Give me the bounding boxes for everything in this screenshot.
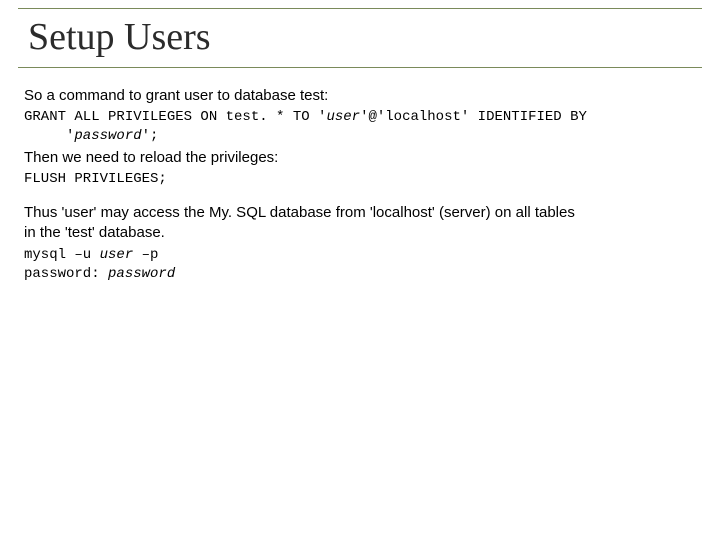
intro-text: So a command to grant user to database t… (24, 86, 702, 106)
title-container: Setup Users (18, 8, 702, 68)
explain-text: Thus 'user' may access the My. SQL datab… (24, 203, 584, 244)
reload-text: Then we need to reload the privileges: (24, 148, 702, 168)
code-text: mysql –u (24, 247, 100, 263)
grant-command-line1: GRANT ALL PRIVILEGES ON test. * TO 'user… (24, 108, 702, 127)
code-text: '@'localhost' IDENTIFIED BY (360, 109, 587, 125)
code-text: '; (142, 128, 159, 144)
slide-body: So a command to grant user to database t… (18, 86, 702, 283)
code-text: GRANT ALL PRIVILEGES ON test. * TO ' (24, 109, 326, 125)
code-text: password: (24, 266, 108, 282)
password-prompt: password: password (24, 265, 702, 284)
code-text: –p (133, 247, 158, 263)
mysql-login-command: mysql –u user –p (24, 246, 702, 265)
slide-title: Setup Users (24, 11, 702, 61)
code-placeholder-password: password (74, 128, 141, 144)
code-placeholder-user: user (100, 247, 134, 263)
code-placeholder-password: password (108, 266, 175, 282)
code-placeholder-user: user (326, 109, 360, 125)
slide: Setup Users So a command to grant user t… (0, 0, 720, 540)
flush-command: FLUSH PRIVILEGES; (24, 170, 702, 189)
grant-command-line2: 'password'; (24, 127, 702, 146)
